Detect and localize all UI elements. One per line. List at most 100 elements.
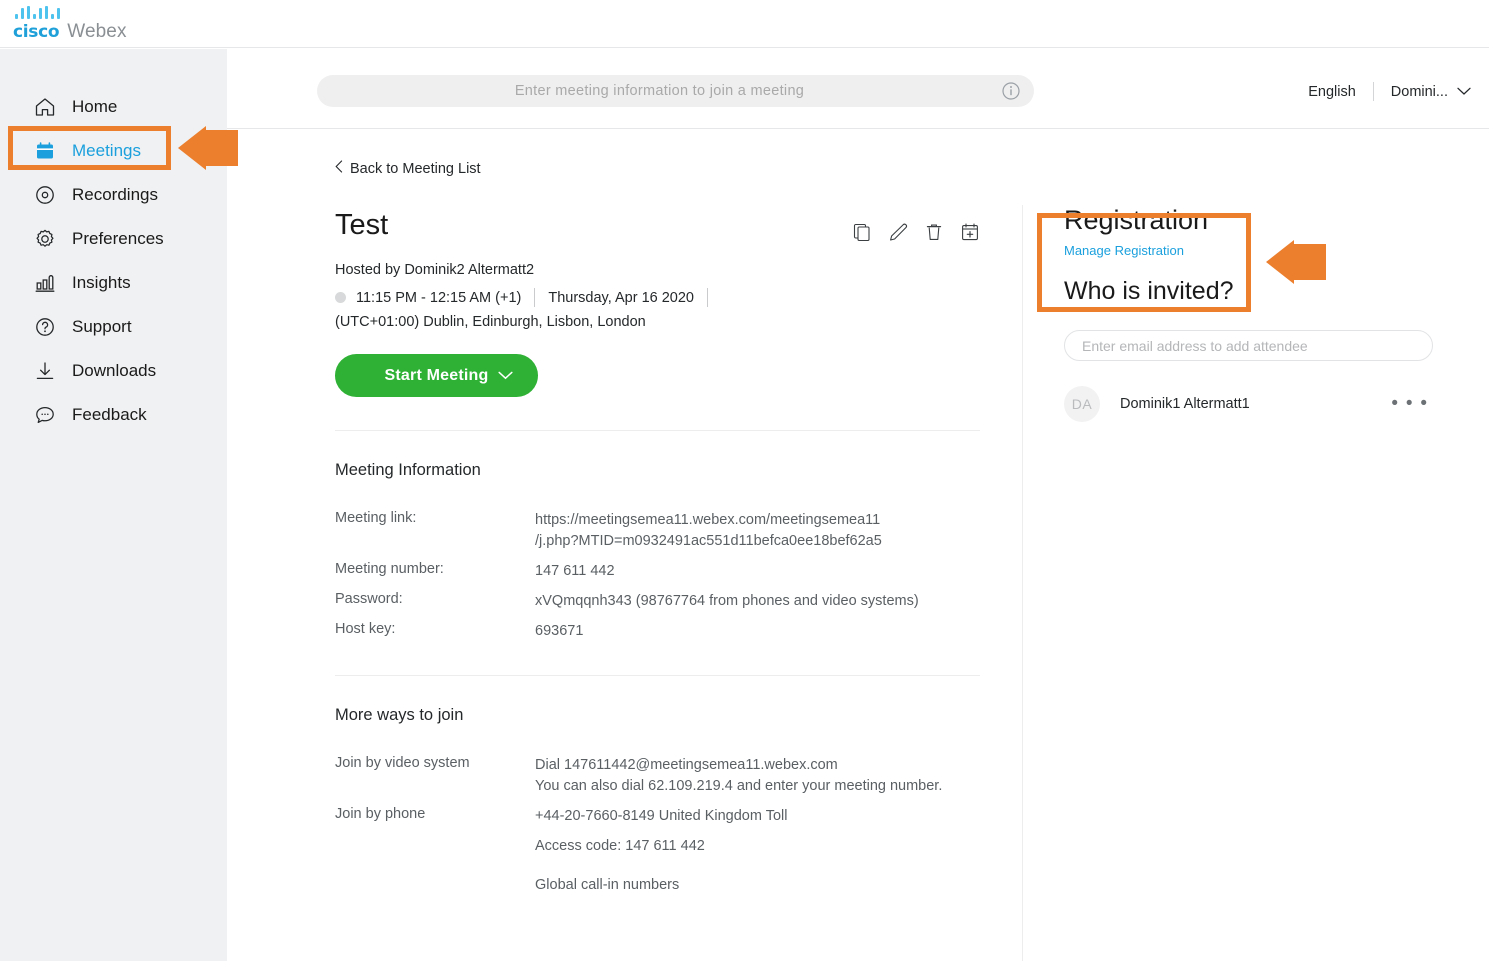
join-meeting-bar[interactable]: Enter meeting information to join a meet… bbox=[317, 75, 1034, 107]
chevron-down-icon bbox=[1457, 84, 1471, 100]
sidebar-item-label: Meetings bbox=[72, 141, 141, 160]
meeting-information-heading: Meeting Information bbox=[335, 461, 481, 479]
meeting-time-row: 11:15 PM - 12:15 AM (+1) Thursday, Apr 1… bbox=[335, 288, 980, 307]
who-is-invited-heading: Who is invited? bbox=[1064, 277, 1234, 306]
main-content: Back to Meeting List Test Hosted by Domi… bbox=[227, 130, 1489, 961]
sidebar-item-support[interactable]: Support bbox=[0, 305, 227, 349]
sidebar-item-downloads[interactable]: Downloads bbox=[0, 349, 227, 393]
info-row-value-line2: /j.php?MTID=m0932491ac551d11befca0ee18be… bbox=[535, 533, 882, 550]
sidebar-item-preferences[interactable]: Preferences bbox=[0, 217, 227, 261]
sidebar-item-label: Preferences bbox=[72, 229, 164, 248]
copy-icon[interactable] bbox=[852, 222, 872, 242]
language-selector[interactable]: English bbox=[1308, 84, 1373, 100]
brand-bar: cisco Webex bbox=[0, 0, 1489, 48]
section-divider-2 bbox=[335, 675, 980, 677]
info-icon[interactable] bbox=[1002, 82, 1020, 100]
info-row-value-line1: Access code: 147 611 442 bbox=[535, 838, 705, 855]
info-row: Host key: 693671 bbox=[335, 621, 980, 642]
info-row-value-line1: 147 611 442 bbox=[535, 563, 615, 580]
info-row-value-line1: 693671 bbox=[535, 623, 584, 640]
user-menu-label: Domini... bbox=[1390, 83, 1448, 100]
help-icon bbox=[33, 315, 57, 339]
more-options-icon[interactable]: • • • bbox=[1391, 393, 1433, 415]
sidebar-item-feedback[interactable]: Feedback bbox=[0, 393, 227, 437]
list-item[interactable]: DA Dominik1 Altermatt1 • • • bbox=[1064, 386, 1433, 423]
sidebar-item-label: Recordings bbox=[72, 185, 158, 204]
bar-chart-icon bbox=[33, 271, 57, 295]
time-date-divider bbox=[534, 288, 536, 307]
meeting-date: Thursday, Apr 16 2020 bbox=[548, 289, 694, 306]
meeting-host: Hosted by Dominik2 Altermatt2 bbox=[335, 262, 535, 278]
download-icon bbox=[33, 359, 57, 383]
manage-registration-link[interactable]: Manage Registration bbox=[1064, 243, 1452, 258]
info-row: Join by phone +44-20-7660-8149 United Kin… bbox=[335, 806, 980, 827]
info-row-key: Host key: bbox=[335, 621, 396, 638]
webex-wordmark: Webex bbox=[67, 21, 127, 42]
info-row-value-line1: +44-20-7660-8149 United Kingdom Toll bbox=[535, 808, 788, 825]
info-row-value-line1: https://meetingsemea11.webex.com/meeting… bbox=[535, 512, 881, 528]
info-row-value: Dial 147611442@meetingsemea11.webex.com Y… bbox=[535, 755, 942, 797]
sidebar-item-home[interactable]: Home bbox=[0, 85, 227, 129]
global-call-in-numbers-link[interactable]: Global call-in numbers bbox=[535, 875, 679, 896]
info-row-value: 693671 bbox=[535, 621, 583, 642]
more-ways-table: Join by video system Dial 147611442@meeti… bbox=[335, 755, 980, 857]
chevron-left-icon bbox=[335, 160, 343, 177]
section-divider-1 bbox=[335, 430, 980, 431]
cisco-wordmark: cisco bbox=[13, 22, 60, 42]
info-row: Meeting number: 147 611 442 bbox=[335, 561, 980, 582]
cisco-webex-logo[interactable]: cisco Webex bbox=[13, 6, 127, 43]
webex-meeting-detail-page: cisco Webex Home Meetings Recordings Prefer… bbox=[0, 0, 1489, 961]
sidebar-item-insights[interactable]: Insights bbox=[0, 261, 227, 305]
start-meeting-button[interactable]: Start Meeting bbox=[335, 354, 538, 397]
chevron-down-icon[interactable] bbox=[498, 367, 513, 385]
top-right-controls: English Domini... bbox=[1308, 82, 1471, 101]
sidebar-item-label: Feedback bbox=[72, 405, 147, 424]
sidebar-item-label: Home bbox=[72, 97, 118, 116]
info-row-key: Join by phone bbox=[335, 806, 426, 823]
add-to-calendar-icon[interactable] bbox=[960, 222, 980, 242]
info-row: Access code: 147 611 442 bbox=[335, 836, 980, 857]
sidebar-item-label: Insights bbox=[72, 273, 131, 292]
info-row-value: +44-20-7660-8149 United Kingdom Toll bbox=[535, 806, 787, 827]
add-attendee-email-input[interactable] bbox=[1064, 330, 1433, 362]
attendee-name: Dominik1 Altermatt1 bbox=[1120, 396, 1250, 413]
cisco-logo-bar bbox=[21, 8, 24, 19]
info-row-key: Meeting number: bbox=[335, 561, 444, 578]
meeting-timezone: (UTC+01:00) Dublin, Edinburgh, Lisbon, L… bbox=[335, 314, 646, 330]
back-to-meeting-list-link[interactable]: Back to Meeting List bbox=[335, 160, 481, 177]
cisco-logo-bar bbox=[45, 6, 48, 19]
registration-heading: Registration bbox=[1064, 205, 1209, 235]
cisco-logo-bar bbox=[51, 14, 54, 19]
info-row-value: https://meetingsemea11.webex.com/meeting… bbox=[535, 510, 882, 552]
sidebar-item-meetings[interactable]: Meetings bbox=[0, 129, 227, 173]
cisco-logo-bar bbox=[33, 14, 36, 19]
info-row-key: Password: bbox=[335, 591, 403, 608]
meeting-time: 11:15 PM - 12:15 AM (+1) bbox=[356, 289, 522, 306]
delete-trash-icon[interactable] bbox=[924, 222, 944, 242]
global-call-in-row: Global call-in numbers bbox=[335, 875, 980, 896]
info-row-value: 147 611 442 bbox=[535, 561, 615, 582]
more-ways-to-join-heading: More ways to join bbox=[335, 706, 464, 725]
join-meeting-placeholder: Enter meeting information to join a meet… bbox=[514, 83, 805, 99]
info-row: Join by video system Dial 147611442@meeti… bbox=[335, 755, 980, 797]
cisco-logo-bar bbox=[27, 6, 30, 19]
info-row-value-line2: You can also dial 62.109.219.4 and enter… bbox=[535, 778, 943, 795]
gear-icon bbox=[33, 227, 57, 251]
info-row-value: Access code: 147 611 442 bbox=[535, 836, 705, 857]
right-panel: Registration Manage Registration Who is … bbox=[1022, 205, 1452, 961]
cisco-logo-bars bbox=[13, 6, 127, 19]
edit-pencil-icon[interactable] bbox=[888, 222, 908, 242]
info-row: Password: xVQmqqnh343 (98767764 from phon… bbox=[335, 591, 980, 612]
sidebar-nav: Home Meetings Recordings Preferences Insight… bbox=[0, 49, 227, 437]
sidebar-item-recordings[interactable]: Recordings bbox=[0, 173, 227, 217]
user-menu[interactable]: Domini... bbox=[1374, 84, 1471, 100]
back-link-label: Back to Meeting List bbox=[350, 160, 481, 177]
status-dot bbox=[335, 292, 346, 303]
meeting-information-table: Meeting link: https://meetingsemea11.webe… bbox=[335, 510, 980, 642]
cisco-logo-bar bbox=[57, 8, 60, 19]
avatar: DA bbox=[1064, 386, 1100, 423]
sidebar-item-label: Support bbox=[72, 317, 132, 336]
meeting-detail-column: Test Hosted by Dominik2 Altermatt2 11:15… bbox=[335, 209, 980, 905]
top-bar: Enter meeting information to join a meet… bbox=[227, 49, 1489, 129]
sidebar-item-label: Downloads bbox=[72, 361, 157, 380]
